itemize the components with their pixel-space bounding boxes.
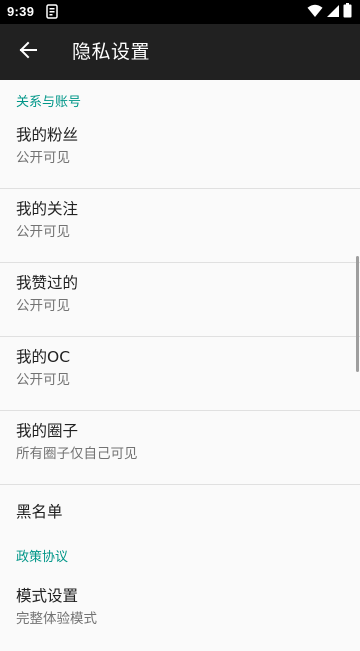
section-header-relations: 关系与账号 xyxy=(16,95,82,110)
setting-subtitle: 公开可见 xyxy=(16,224,70,240)
setting-subtitle: 公开可见 xyxy=(16,298,70,314)
setting-title: 我的粉丝 xyxy=(16,126,79,144)
setting-title: 我的OC xyxy=(16,348,71,366)
setting-title: 我赞过的 xyxy=(16,274,79,292)
setting-item-blacklist[interactable]: 黑名单 xyxy=(0,485,360,537)
setting-title: 我的圈子 xyxy=(16,422,79,440)
setting-subtitle: 所有圈子仅自己可见 xyxy=(16,446,138,462)
cell-signal-icon xyxy=(326,3,340,22)
notification-icon xyxy=(45,4,59,20)
app-bar: 隐私设置 xyxy=(0,24,360,80)
setting-title: 黑名单 xyxy=(16,503,63,521)
setting-item-mode[interactable]: 模式设置 完整体验模式 xyxy=(0,577,360,651)
setting-item-liked[interactable]: 我赞过的 公开可见 xyxy=(0,263,360,337)
status-bar: 9:39 xyxy=(0,0,360,24)
setting-title: 模式设置 xyxy=(16,587,79,605)
settings-list: 关系与账号 我的粉丝 公开可见 我的关注 公开可见 我赞过的 公开可见 我的OC… xyxy=(0,80,360,639)
setting-item-fans[interactable]: 我的粉丝 公开可见 xyxy=(0,124,360,189)
setting-subtitle: 完整体验模式 xyxy=(16,611,97,627)
setting-title: 我的关注 xyxy=(16,200,79,218)
page-title: 隐私设置 xyxy=(72,41,151,63)
setting-subtitle: 公开可见 xyxy=(16,372,70,388)
setting-subtitle: 公开可见 xyxy=(16,150,70,166)
setting-item-circles[interactable]: 我的圈子 所有圈子仅自己可见 xyxy=(0,411,360,485)
scrollbar[interactable] xyxy=(356,256,359,372)
section-header-policy: 政策协议 xyxy=(16,550,69,565)
battery-icon xyxy=(343,2,352,22)
status-time: 9:39 xyxy=(7,4,35,19)
status-icons xyxy=(307,2,352,22)
setting-item-following[interactable]: 我的关注 公开可见 xyxy=(0,189,360,263)
arrow-back-icon xyxy=(19,41,37,63)
wifi-icon xyxy=(307,3,323,22)
setting-item-oc[interactable]: 我的OC 公开可见 xyxy=(0,337,360,411)
back-button[interactable] xyxy=(0,24,56,80)
